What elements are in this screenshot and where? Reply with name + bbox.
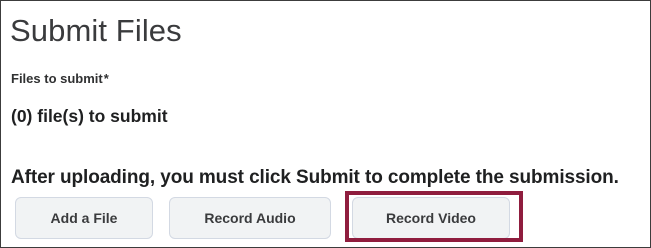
required-asterisk: *: [103, 71, 109, 86]
files-to-submit-label: Files to submit*: [11, 71, 109, 87]
add-file-button[interactable]: Add a File: [15, 197, 153, 239]
record-video-button[interactable]: Record Video: [352, 197, 510, 239]
files-label-text: Files to submit: [11, 71, 103, 86]
submit-instruction-text: After uploading, you must click Submit t…: [11, 167, 619, 188]
submit-files-panel: Submit Files Files to submit* (0) file(s…: [0, 0, 651, 248]
page-title: Submit Files: [10, 13, 182, 48]
record-audio-button[interactable]: Record Audio: [169, 197, 331, 239]
file-count-text: (0) file(s) to submit: [11, 106, 168, 126]
